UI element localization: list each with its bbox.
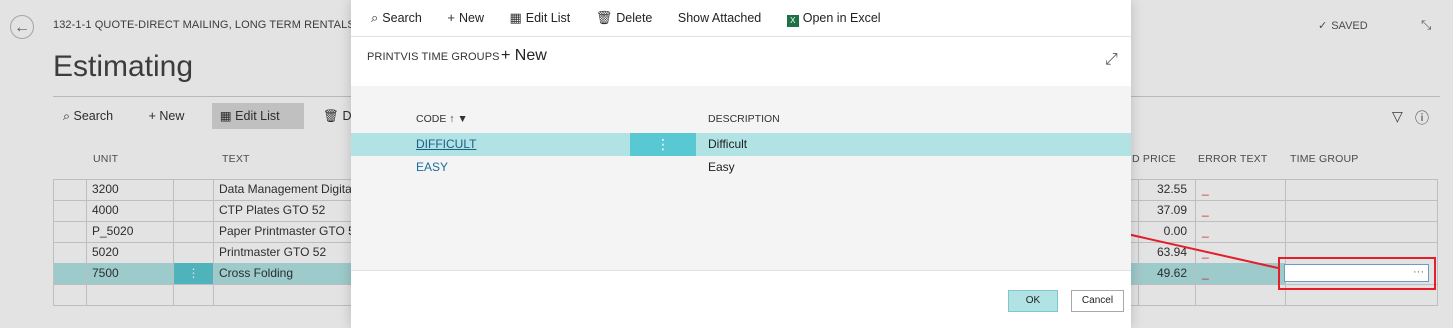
time-groups-dialog: ⌕ Search + New ▦ Edit List 🗑 Delete Show Att…: [351, 0, 1131, 328]
edit-list-button[interactable]: ▦ Edit List: [509, 10, 570, 26]
plus-icon: +: [447, 10, 455, 25]
delete-button[interactable]: 🗑 Delete: [596, 10, 653, 26]
dialog-toolbar: ⌕ Search + New ▦ Edit List 🗑 Delete Show Att…: [371, 10, 903, 27]
dialog-new-button[interactable]: + New: [501, 47, 547, 65]
search-icon: ⌕: [371, 10, 379, 25]
show-attached-button[interactable]: Show Attached: [678, 11, 761, 25]
code-cell[interactable]: EASY: [416, 160, 448, 174]
dialog-title: PRINTVIS TIME GROUPS: [367, 51, 500, 63]
open-in-excel-button[interactable]: X Open in Excel: [786, 11, 881, 27]
description-cell[interactable]: Difficult: [708, 137, 747, 151]
list-row[interactable]: EASY Easy: [351, 156, 1131, 179]
search-button[interactable]: ⌕ Search: [371, 10, 422, 26]
row-menu-icon[interactable]: ⋮: [630, 133, 696, 156]
edit-list-icon: ▦: [509, 10, 522, 25]
plus-icon: +: [501, 47, 515, 64]
divider: [351, 270, 1131, 271]
ok-button[interactable]: OK: [1008, 290, 1058, 312]
cancel-button[interactable]: Cancel: [1071, 290, 1124, 312]
expand-icon[interactable]: ⤢: [1105, 51, 1118, 69]
column-header-description[interactable]: DESCRIPTION: [708, 113, 780, 125]
excel-icon: X: [786, 15, 799, 27]
column-header-code[interactable]: CODE ↑ ▼: [416, 113, 468, 125]
trash-icon: 🗑: [595, 10, 613, 25]
list-row-selected[interactable]: DIFFICULT ⋮ Difficult: [351, 133, 1131, 156]
new-button[interactable]: + New: [447, 10, 484, 25]
description-cell[interactable]: Easy: [708, 160, 735, 174]
divider: [351, 36, 1131, 37]
code-cell[interactable]: DIFFICULT: [416, 137, 476, 151]
